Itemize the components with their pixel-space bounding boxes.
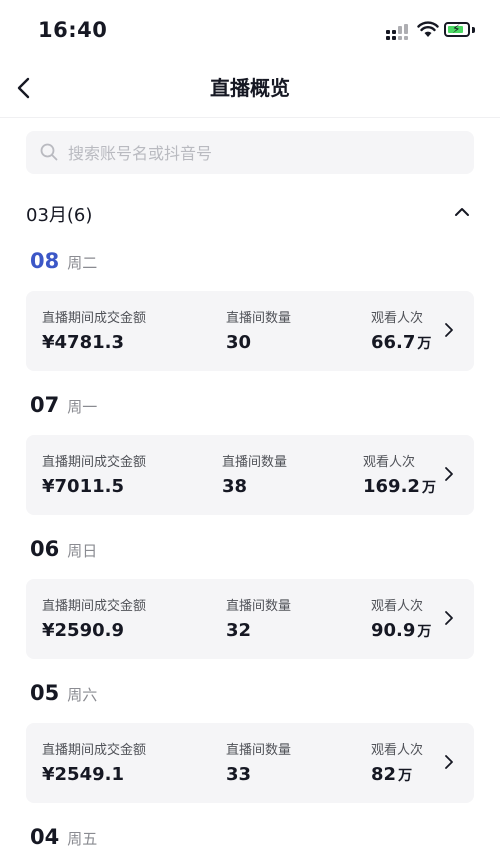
weekday-label: 周日: [67, 542, 98, 560]
weekday-label: 周五: [67, 830, 98, 848]
nav-bar: 直播概览: [0, 62, 500, 118]
search-icon: [40, 143, 58, 161]
views-metric: 观看人次 169.2 万: [363, 451, 436, 497]
chevron-right-icon: [445, 755, 453, 769]
rooms-label: 直播间数量: [226, 599, 292, 614]
page-title: 直播概览: [210, 76, 290, 100]
gmv-metric: 直播期间成交金额 ¥4781.3: [42, 307, 146, 353]
gmv-metric: 直播期间成交金额 ¥7011.5: [42, 451, 146, 497]
day-number: 08: [30, 249, 60, 273]
rooms-label: 直播间数量: [226, 311, 292, 326]
day-header: 04 周五: [30, 825, 97, 855]
views-label: 观看人次: [371, 599, 424, 614]
rooms-metric: 直播间数量 38: [222, 451, 287, 497]
day-summary-card[interactable]: 直播期间成交金额 ¥4781.3 直播间数量 30 观看人次 66.7 万: [26, 291, 474, 371]
weekday-label: 周二: [67, 254, 98, 272]
views-unit: 万: [417, 336, 432, 352]
rooms-metric: 直播间数量 32: [226, 595, 291, 641]
day-summary-card[interactable]: 直播期间成交金额 ¥2590.9 直播间数量 32 观看人次 90.9 万: [26, 579, 474, 659]
day-number: 05: [30, 681, 60, 705]
views-number: 82: [371, 764, 397, 785]
search-input[interactable]: [66, 131, 460, 176]
month-group-header[interactable]: 03月(6): [26, 198, 474, 230]
day-number: 07: [30, 393, 60, 417]
views-label: 观看人次: [363, 455, 416, 470]
chevron-right-icon: [445, 467, 453, 481]
chevron-right-icon: [445, 611, 453, 625]
views-unit: 万: [417, 624, 432, 640]
chevron-up-icon[interactable]: [454, 206, 470, 218]
weekday-label: 周一: [67, 398, 98, 416]
views-number: 169.2: [363, 476, 420, 497]
charging-bolt-icon: ⚡: [452, 22, 461, 36]
views-label: 观看人次: [371, 743, 424, 758]
gmv-value: ¥7011.5: [42, 476, 124, 497]
rooms-value: 33: [226, 764, 252, 785]
views-metric: 观看人次 82 万: [371, 739, 423, 785]
gmv-metric: 直播期间成交金额 ¥2549.1: [42, 739, 146, 785]
gmv-label: 直播期间成交金额: [42, 311, 147, 326]
gmv-label: 直播期间成交金额: [42, 743, 147, 758]
month-label: 03月(6): [26, 205, 93, 226]
day-header: 08 周二: [30, 249, 97, 279]
day-summary-card[interactable]: 直播期间成交金额 ¥7011.5 直播间数量 38 观看人次 169.2 万: [26, 435, 474, 515]
rooms-value: 32: [226, 620, 252, 641]
day-header: 06 周日: [30, 537, 97, 567]
views-value: 66.7 万: [371, 332, 431, 353]
views-label: 观看人次: [371, 311, 424, 326]
rooms-label: 直播间数量: [226, 743, 292, 758]
views-value: 169.2 万: [363, 476, 436, 497]
rooms-metric: 直播间数量 30: [226, 307, 291, 353]
day-header: 07 周一: [30, 393, 97, 423]
battery-tip: [472, 27, 475, 33]
gmv-value: ¥2549.1: [42, 764, 124, 785]
day-summary-card[interactable]: 直播期间成交金额 ¥2549.1 直播间数量 33 观看人次 82 万: [26, 723, 474, 803]
wifi-icon: [417, 21, 439, 37]
status-bar: 16:40 ⚡: [0, 0, 500, 62]
rooms-value: 38: [222, 476, 248, 497]
battery-icon: ⚡: [444, 22, 470, 37]
views-value: 82 万: [371, 764, 423, 785]
views-number: 90.9: [371, 620, 416, 641]
day-number: 04: [30, 825, 60, 849]
views-metric: 观看人次 66.7 万: [371, 307, 431, 353]
day-header: 05 周六: [30, 681, 97, 711]
rooms-metric: 直播间数量 33: [226, 739, 291, 785]
views-unit: 万: [421, 480, 436, 496]
status-time: 16:40: [38, 18, 108, 42]
rooms-value: 30: [226, 332, 252, 353]
gmv-value: ¥4781.3: [42, 332, 124, 353]
views-unit: 万: [398, 768, 413, 784]
views-value: 90.9 万: [371, 620, 431, 641]
weekday-label: 周六: [67, 686, 98, 704]
rooms-label: 直播间数量: [222, 455, 288, 470]
cellular-signal-icon: [386, 24, 410, 40]
views-metric: 观看人次 90.9 万: [371, 595, 431, 641]
gmv-label: 直播期间成交金额: [42, 599, 147, 614]
gmv-value: ¥2590.9: [42, 620, 124, 641]
gmv-label: 直播期间成交金额: [42, 455, 147, 470]
chevron-right-icon: [445, 323, 453, 337]
day-number: 06: [30, 537, 60, 561]
views-number: 66.7: [371, 332, 416, 353]
gmv-metric: 直播期间成交金额 ¥2590.9: [42, 595, 146, 641]
search-box[interactable]: [26, 131, 474, 176]
